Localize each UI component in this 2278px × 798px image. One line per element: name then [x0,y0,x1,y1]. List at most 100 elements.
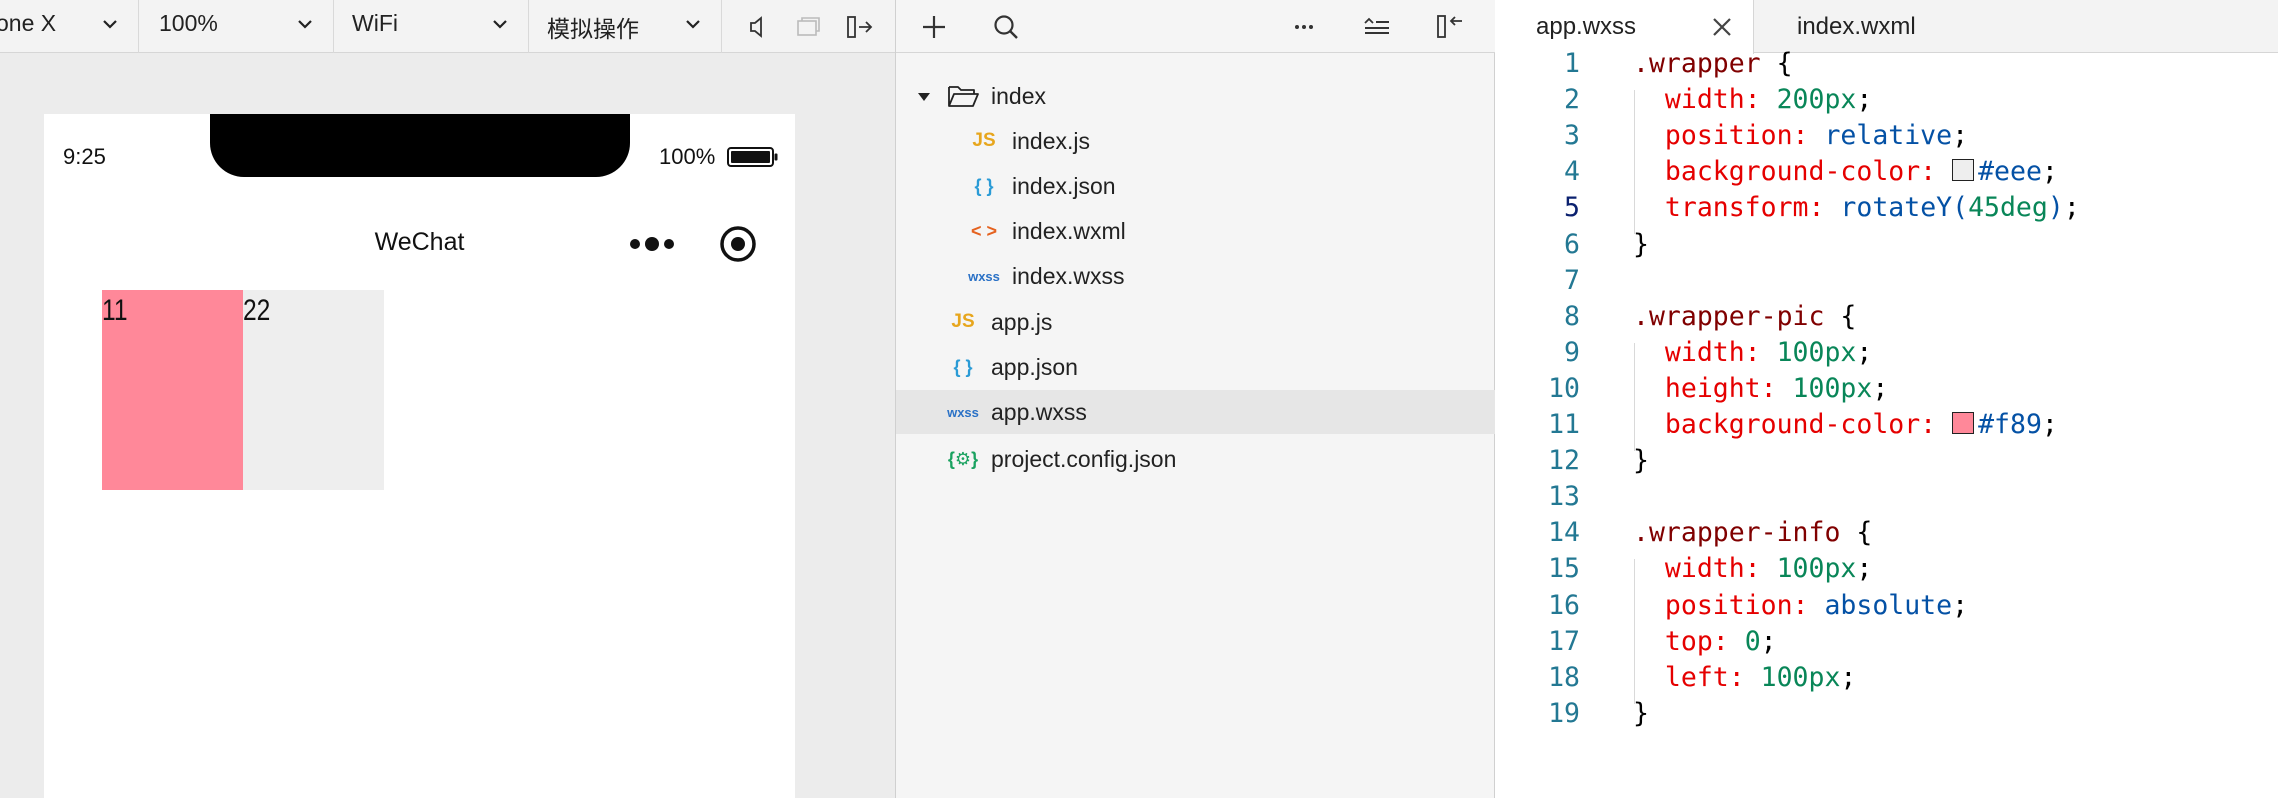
device-select[interactable]: one X [0,0,139,53]
line-source: top: 0; [1633,626,1777,657]
close-icon[interactable] [1711,16,1733,38]
color-swatch[interactable] [1952,412,1975,434]
chevron-down-icon [298,20,312,29]
chevron-down-icon [103,20,117,29]
code-token: ; [1856,336,1873,368]
more-icon[interactable] [1289,12,1319,42]
line-source: } [1633,698,1649,729]
more-dots-icon [630,237,674,251]
operation-select[interactable]: 模拟操作 [529,0,722,53]
collapse-all-icon[interactable] [1362,12,1392,42]
box-11-text: 11 [102,294,128,327]
file-name: index.json [1012,173,1116,199]
code-token: 200px [1776,84,1857,116]
chevron-down-icon [493,20,507,29]
explorer-toolbar [896,0,1496,53]
code-line: 15 width: 100px; [1495,553,2278,589]
code-token: width: [1633,84,1777,116]
line-source: .wrapper-info { [1633,517,1872,548]
search-icon[interactable] [991,12,1021,42]
code-token: { [1824,300,1857,332]
wxml-file-icon: < > [970,220,998,241]
code-line: 8 .wrapper-pic { [1495,301,2278,337]
folder-open-icon [948,86,979,107]
code-token: ; [1840,661,1857,693]
code-token: relative [1824,120,1953,152]
code-line: 2 width: 200px; [1495,84,2278,120]
file-name: project.config.json [991,446,1177,472]
code-token: position: [1633,120,1825,152]
code-line: 1 .wrapper { [1495,48,2278,84]
file-name: index.wxss [1012,263,1125,289]
line-source: transform: rotateY(45deg); [1633,192,2080,223]
box-22-text: 22 [243,294,271,327]
code-token: #eee [1978,156,2042,188]
simulator-toolbar: one X 100% WiFi 模拟操作 [0,0,895,53]
file-tree-item[interactable]: wxss app.wxss [896,390,1496,434]
file-tree-item[interactable]: JS app.js [896,300,1496,344]
capsule-menu[interactable] [620,222,760,266]
speaker-mute-icon[interactable] [743,12,773,42]
tab-index-wxml[interactable]: index.wxml [1755,0,1955,54]
code-token: { [1840,517,1873,549]
line-number: 18 [1548,661,1580,693]
file-name: index.js [1012,128,1090,154]
tab-label: app.wxss [1536,13,1637,40]
file-tree-item[interactable]: < > index.wxml [896,209,1496,253]
line-source: left: 100px; [1633,662,1856,693]
code-line: 3 position: relative; [1495,120,2278,156]
zoom-select[interactable]: 100% [139,0,334,53]
code-token: rotateY( [1840,192,1969,224]
line-source: width: 100px; [1633,337,1872,368]
operation-select-label: 模拟操作 [547,16,639,42]
close-target-icon [720,226,756,262]
code-token: 100px [1776,336,1857,368]
file-name: index.wxml [1012,218,1126,244]
code-token: position: [1633,589,1825,621]
code-token: width: [1633,553,1777,585]
line-source: background-color: #eee; [1633,156,2058,187]
file-tree-item[interactable]: JS index.js [896,119,1496,163]
code-line: 12} [1495,445,2278,481]
line-source: height: 100px; [1633,373,1888,404]
code-line: 17 top: 0; [1495,626,2278,662]
code-token: absolute [1824,589,1953,621]
code-token: background-color: [1633,409,1953,440]
add-icon[interactable] [919,12,949,42]
tab-app-wxss[interactable]: app.wxss [1495,0,1754,54]
line-number: 9 [1564,336,1580,368]
phone-screen: 9:25 100% WeChat 11 22 [44,114,795,798]
code-token: ; [2063,192,2080,224]
wrapper-info-box: 22 [243,290,384,490]
wrapper-pic-box: 11 [102,290,243,490]
file-name: app.wxss [991,399,1087,425]
file-tree-item[interactable]: { } app.json [896,345,1496,389]
device-select-label: one X [0,10,57,36]
line-number: 5 [1564,192,1580,224]
code-token: #f89 [1978,409,2042,440]
line-number: 7 [1564,264,1580,296]
code-token: width: [1633,336,1777,368]
js-file-icon: JS [951,311,975,332]
code-line: 13 [1495,481,2278,517]
detach-panel-icon[interactable] [845,12,875,42]
window-icon[interactable] [793,12,823,42]
caret-down-icon[interactable] [916,89,932,105]
file-tree-item[interactable]: index [896,74,1496,118]
file-tree-item[interactable]: { } index.json [896,164,1496,208]
line-number: 13 [1548,481,1580,513]
file-tree-item[interactable]: {⚙} project.config.json [896,437,1496,481]
code-token: } [1633,697,1649,729]
code-line: 4 background-color: #eee; [1495,156,2278,192]
js-file-icon: JS [972,130,996,151]
config-file-icon: {⚙} [947,448,979,469]
line-number: 19 [1548,697,1580,729]
color-swatch[interactable] [1952,159,1975,182]
network-select[interactable]: WiFi [334,0,529,53]
file-tree-item[interactable]: wxss index.wxss [896,254,1496,298]
wxss-file-icon: wxss [947,404,979,420]
toggle-sidebar-icon[interactable] [1436,12,1466,42]
code-token: ; [2041,409,2058,440]
code-token: } [1633,228,1649,260]
code-token: 100px [1776,553,1857,585]
